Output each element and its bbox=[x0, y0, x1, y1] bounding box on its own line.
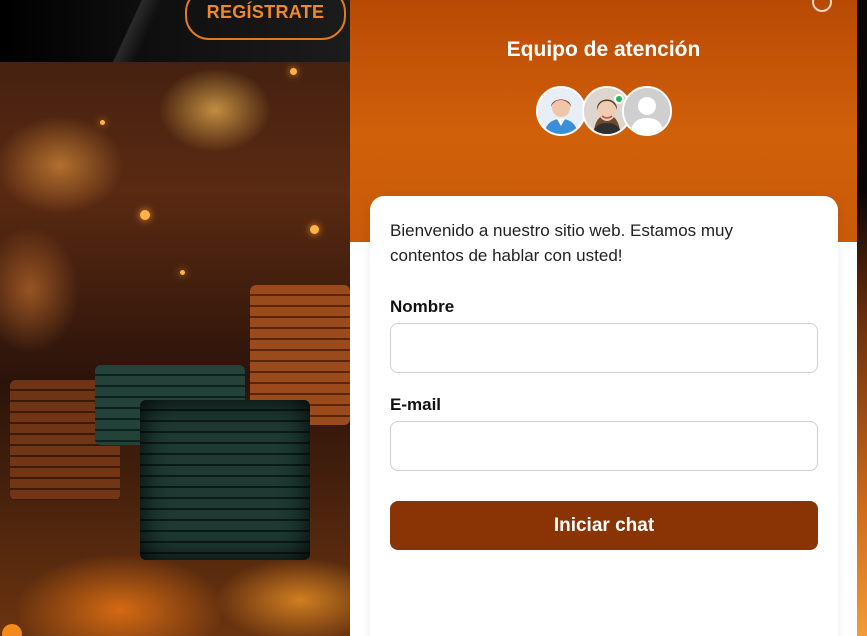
spark bbox=[180, 270, 185, 275]
chat-title: Equipo de atención bbox=[506, 38, 701, 61]
online-status-indicator bbox=[614, 94, 624, 104]
register-button[interactable]: REGÍSTRATE bbox=[185, 0, 346, 40]
chip-stack bbox=[140, 400, 310, 560]
floating-indicator-dot[interactable] bbox=[2, 624, 22, 636]
agent-male-avatar bbox=[536, 86, 586, 136]
start-chat-button[interactable]: Iniciar chat bbox=[390, 501, 818, 550]
email-label: E-mail bbox=[390, 395, 442, 414]
page-background-right bbox=[857, 0, 867, 636]
chat-form-card: Bienvenido a nuestro sitio web. Estamos … bbox=[370, 196, 838, 636]
email-input[interactable] bbox=[390, 421, 818, 471]
spark bbox=[310, 225, 319, 234]
name-input[interactable] bbox=[390, 323, 818, 373]
agent-avatars bbox=[536, 86, 676, 136]
spark bbox=[290, 68, 297, 75]
welcome-message: Bienvenido a nuestro sitio web. Estamos … bbox=[390, 221, 734, 265]
spark bbox=[140, 210, 150, 220]
close-icon[interactable] bbox=[812, 0, 832, 12]
casino-background-image bbox=[0, 0, 350, 636]
name-label: Nombre bbox=[390, 297, 455, 316]
agent-placeholder-avatar bbox=[622, 86, 672, 136]
site-header: REGÍSTRATE bbox=[0, 0, 350, 62]
spark bbox=[100, 120, 105, 125]
chat-widget: Equipo de atención Bienvenido a nuestro … bbox=[350, 0, 857, 636]
header-decoration bbox=[60, 0, 200, 62]
